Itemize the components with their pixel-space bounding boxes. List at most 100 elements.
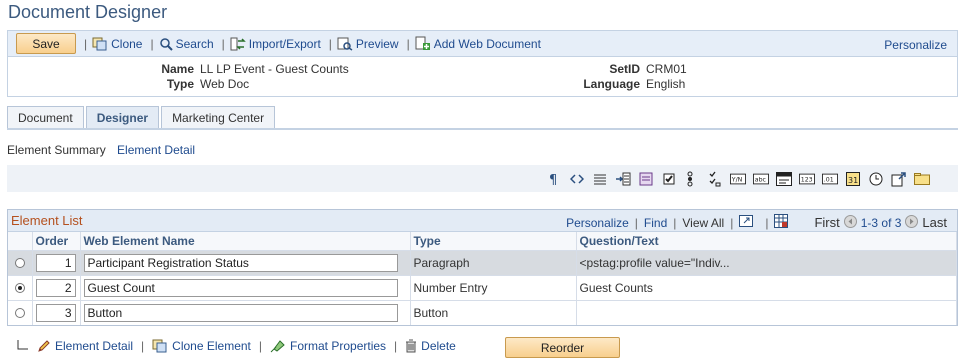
order-cell: 1	[32, 249, 81, 275]
row-select-cell	[8, 249, 33, 275]
import-export-icon	[230, 37, 246, 50]
table-header-row: Order Web Element Name Type Question/Tex…	[8, 232, 957, 250]
tab-document[interactable]: Document	[7, 106, 84, 129]
row-select-radio[interactable]	[15, 307, 25, 318]
order-input[interactable]: 1	[35, 253, 76, 272]
order-cell: 3	[32, 299, 81, 325]
element-name-input[interactable]: Guest Count	[83, 278, 398, 297]
toolbar-separator: |	[221, 36, 225, 51]
branch-connector-icon	[17, 339, 29, 353]
clone-icon	[152, 339, 167, 353]
edit-pencil-icon	[38, 340, 50, 352]
add-web-document-button[interactable]: Add Web Document	[415, 36, 541, 51]
time-entry-icon[interactable]	[868, 171, 884, 187]
multi-check-icon[interactable]	[707, 171, 723, 187]
tab-designer[interactable]: Designer	[85, 106, 160, 129]
element-detail-button[interactable]: Element Detail	[37, 339, 133, 353]
search-icon	[159, 37, 173, 51]
checkbox-icon[interactable]	[661, 171, 677, 187]
previous-page-icon[interactable]	[843, 214, 857, 231]
grid-navigation: Personalize | Find | View All | | First …	[566, 214, 947, 231]
element-icon-bar: ¶ Y/N abc 123 .01 31	[7, 165, 958, 192]
date-entry-icon[interactable]: 31	[845, 171, 861, 187]
dropdown-icon[interactable]	[776, 171, 792, 187]
name-cell: Button	[80, 299, 411, 325]
row-select-radio[interactable]	[15, 257, 25, 268]
toolbar-personalize-link[interactable]: Personalize	[884, 38, 947, 52]
format-properties-label: Format Properties	[290, 339, 387, 353]
grid-header: Element List Personalize | Find | View A…	[8, 210, 957, 232]
grid-view-all-link[interactable]: View All	[682, 216, 724, 230]
type-cell: Button	[410, 299, 577, 325]
type-cell: Paragraph	[410, 249, 577, 275]
order-input[interactable]: 3	[35, 303, 76, 322]
type-label: Type	[166, 77, 194, 91]
row-select-radio[interactable]	[15, 282, 25, 293]
setid-value: CRM01	[646, 62, 687, 76]
summary-row: Element Summary Element Detail	[7, 143, 195, 157]
question-cell	[576, 299, 957, 325]
insert-field-icon[interactable]	[615, 171, 631, 187]
name-value: LL LP Event - Guest Counts	[200, 62, 349, 76]
element-name-input[interactable]: Participant Registration Status	[83, 253, 398, 272]
select-column-header	[8, 232, 33, 250]
next-page-icon[interactable]	[905, 214, 919, 231]
delete-button[interactable]: Delete	[405, 339, 456, 353]
search-button[interactable]: Search	[159, 37, 214, 51]
search-label: Search	[175, 36, 214, 51]
yes-no-icon[interactable]: Y/N	[730, 171, 746, 187]
page-title: Document Designer	[8, 2, 168, 22]
toolbar-separator: |	[84, 36, 88, 51]
document-header: Name LL LP Event - Guest Counts Type Web…	[7, 57, 958, 97]
clone-button[interactable]: Clone	[92, 37, 142, 51]
clone-element-button[interactable]: Clone Element	[152, 339, 251, 353]
download-grid-icon[interactable]	[774, 214, 789, 231]
action-separator: |	[258, 339, 263, 353]
element-detail-tab-link[interactable]: Element Detail	[117, 143, 195, 157]
format-brush-icon	[270, 340, 285, 353]
save-button[interactable]: Save	[16, 33, 76, 54]
name-cell: Guest Count	[80, 274, 411, 300]
question-cell: Guest Counts	[576, 274, 957, 300]
clone-element-label: Clone Element	[172, 339, 251, 353]
form-icon[interactable]	[638, 171, 654, 187]
html-code-icon[interactable]	[569, 171, 585, 187]
name-column-header: Web Element Name	[80, 232, 411, 250]
new-window-icon[interactable]	[739, 215, 754, 230]
element-table: Order Web Element Name Type Question/Tex…	[8, 232, 957, 325]
grid-first-label: First	[814, 215, 840, 230]
question-column-header: Question/Text	[576, 232, 957, 250]
svg-text:abc: abc	[755, 176, 767, 183]
grid-personalize-link[interactable]: Personalize	[566, 216, 629, 230]
preview-icon	[337, 37, 353, 51]
decimal-entry-icon[interactable]: .01	[822, 171, 838, 187]
format-properties-button[interactable]: Format Properties	[270, 339, 386, 353]
list-icon[interactable]	[592, 171, 608, 187]
clone-icon	[92, 37, 107, 50]
row-select-cell	[8, 299, 33, 325]
preview-button[interactable]: Preview	[337, 37, 399, 51]
tab-marketing-center[interactable]: Marketing Center	[161, 106, 276, 129]
order-input[interactable]: 2	[35, 278, 76, 297]
grid-title: Element List	[11, 213, 83, 228]
svg-text:31: 31	[848, 176, 858, 185]
grid-find-link[interactable]: Find	[644, 216, 667, 230]
reorder-button[interactable]: Reorder	[505, 337, 620, 358]
paragraph-icon[interactable]: ¶	[546, 171, 562, 187]
folder-icon[interactable]	[914, 171, 930, 187]
action-separator: |	[141, 339, 145, 353]
table-row: 1 Participant Registration Status Paragr…	[8, 249, 957, 275]
language-label: Language	[583, 77, 640, 91]
text-entry-icon[interactable]: abc	[753, 171, 769, 187]
toolbar-separator: |	[328, 36, 332, 51]
order-column-header: Order	[32, 232, 81, 250]
element-name-input[interactable]: Button	[83, 303, 398, 322]
element-list-grid: Element List Personalize | Find | View A…	[7, 209, 958, 326]
toolbar-separator: |	[150, 36, 154, 51]
import-export-button[interactable]: Import/Export	[230, 37, 321, 51]
toolbar: Save | Clone | Search | Import/Export | …	[7, 30, 958, 57]
row-select-cell	[8, 274, 33, 300]
number-entry-icon[interactable]: 123	[799, 171, 815, 187]
radio-list-icon[interactable]	[684, 171, 700, 187]
upload-icon[interactable]	[891, 171, 907, 187]
